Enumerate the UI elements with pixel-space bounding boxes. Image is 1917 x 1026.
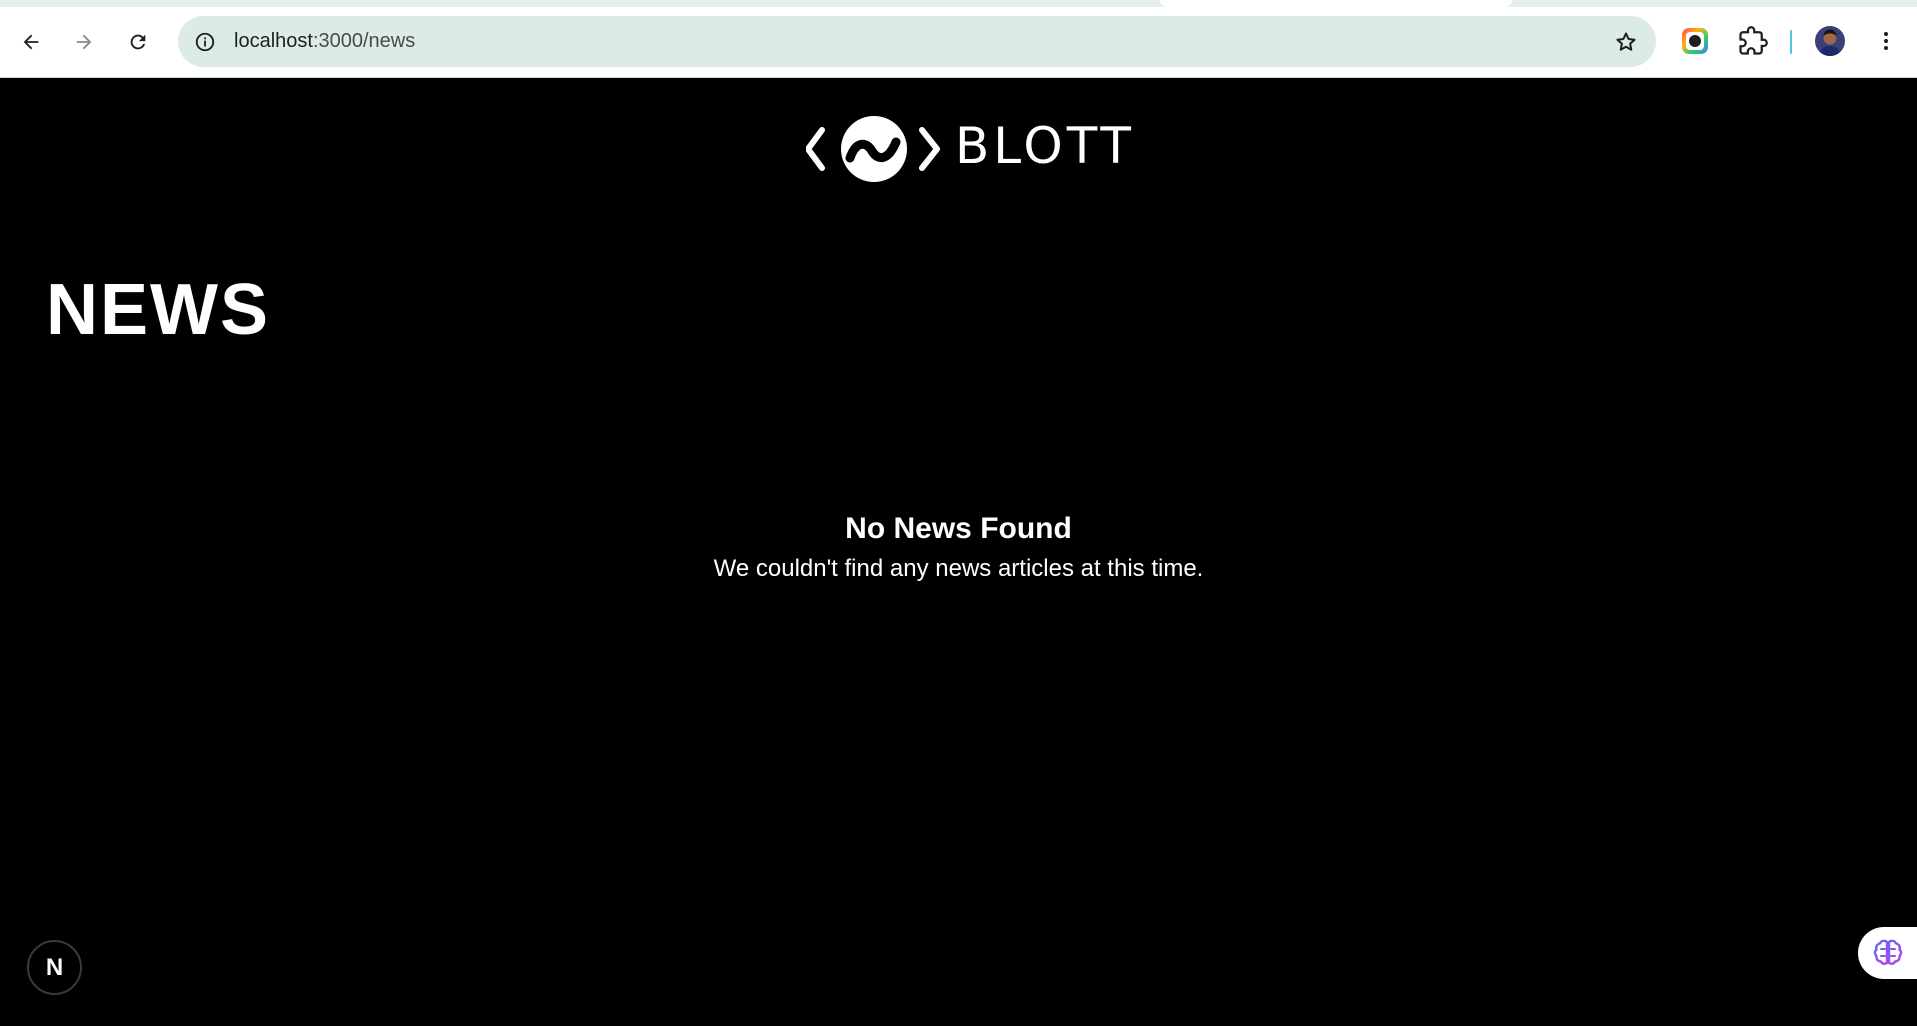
back-button[interactable]	[13, 24, 49, 60]
ai-assistant-button[interactable]	[1858, 927, 1917, 979]
address-bar[interactable]: localhost:3000/news	[178, 16, 1656, 67]
empty-state-title: No News Found	[845, 512, 1072, 545]
news-page: BLOTT NEWS No News Found We couldn't fin…	[0, 79, 1917, 1026]
empty-state-description: We couldn't find any news articles at th…	[713, 555, 1204, 582]
nextjs-logo-letter: N	[45, 953, 64, 981]
reload-button[interactable]	[120, 24, 156, 60]
browser-toolbar: localhost:3000/news	[0, 0, 1917, 78]
empty-state: No News Found We couldn't find any news …	[0, 511, 1917, 584]
bookmark-button[interactable]	[1610, 26, 1642, 58]
reload-icon	[130, 34, 146, 50]
brain-icon	[1873, 939, 1903, 965]
profile-avatar[interactable]	[1815, 26, 1845, 56]
browser-menu-button[interactable]	[1872, 26, 1900, 56]
active-tab[interactable]	[1160, 0, 1512, 7]
forward-button[interactable]	[66, 24, 102, 60]
info-icon	[195, 32, 215, 52]
url-text[interactable]: localhost:3000/news	[234, 30, 415, 53]
logo-wordmark: BLOTT	[955, 117, 1135, 175]
page-title: NEWS	[46, 270, 270, 350]
arrow-right-icon	[76, 34, 92, 50]
puzzle-icon[interactable]	[1738, 26, 1768, 56]
tab-strip	[0, 0, 1917, 7]
kebab-menu-icon	[1884, 32, 1888, 50]
avatar-image	[1815, 26, 1845, 56]
toolbar-divider	[1790, 30, 1792, 54]
url-host: localhost	[234, 30, 313, 52]
star-icon	[1616, 32, 1636, 51]
site-info-button[interactable]	[190, 27, 220, 57]
arrow-left-icon	[23, 34, 39, 50]
nextjs-dev-tools-button[interactable]: N	[27, 940, 82, 995]
url-path: :3000/news	[312, 30, 416, 52]
color-picker-icon[interactable]	[1681, 27, 1709, 55]
